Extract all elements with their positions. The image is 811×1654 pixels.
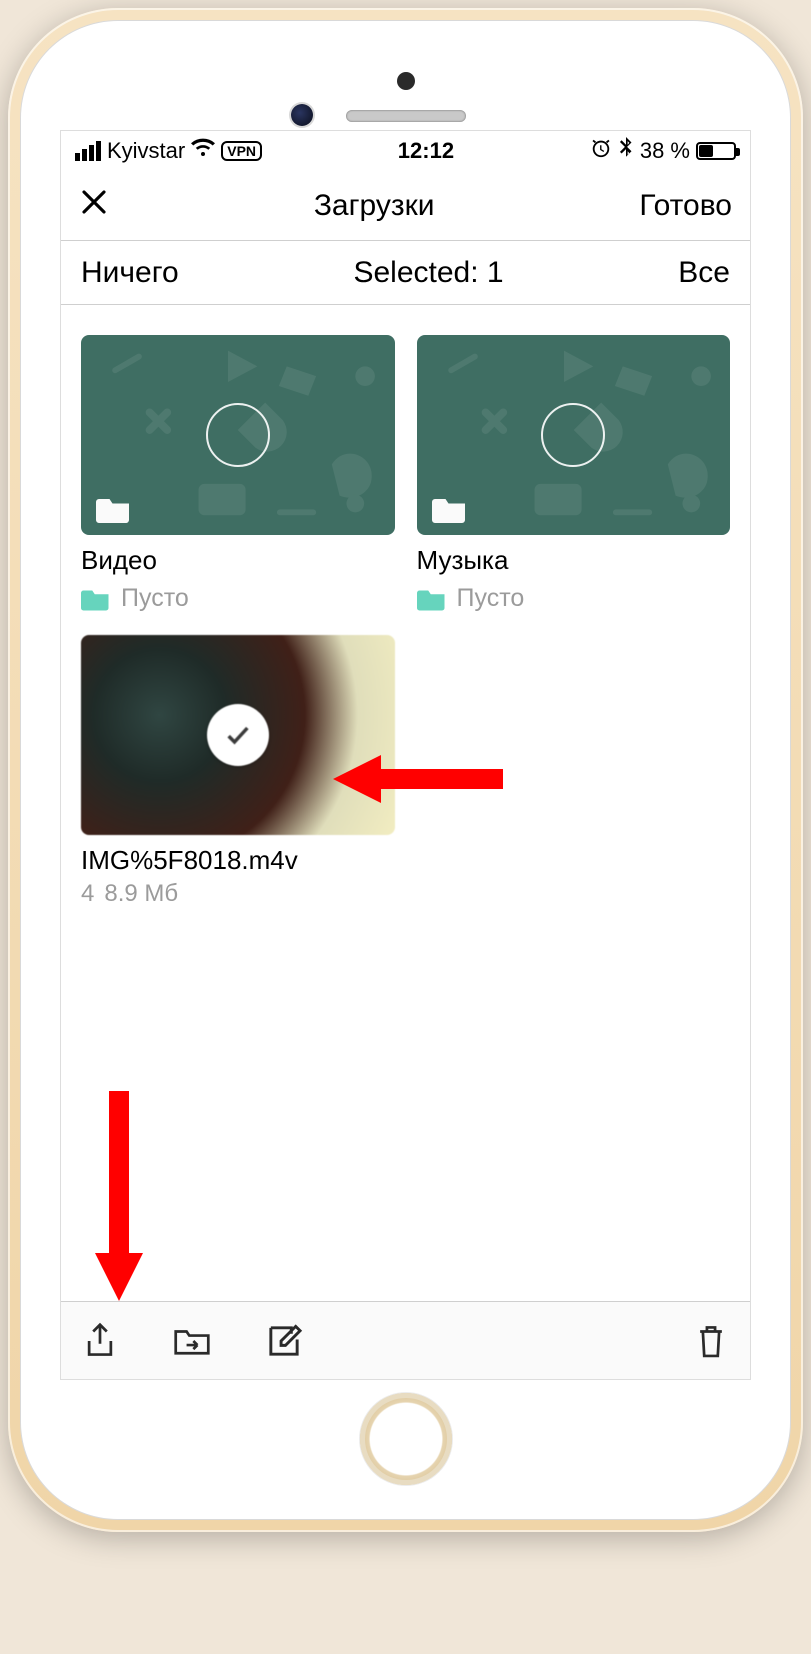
selected-count: Selected: 1 — [353, 256, 503, 290]
folder-tile-music[interactable]: Музыка Пусто — [417, 335, 731, 613]
content-area[interactable]: Видео Пусто — [61, 305, 750, 1301]
done-button[interactable]: Готово — [639, 189, 732, 223]
file-count: 4 — [81, 880, 94, 907]
folder-name: Музыка — [417, 545, 731, 576]
move-to-folder-button[interactable] — [171, 1320, 213, 1362]
mini-folder-icon — [417, 585, 447, 611]
bottom-toolbar — [61, 1301, 750, 1379]
carrier-label: Kyivstar — [107, 138, 185, 164]
earpiece-speaker — [346, 110, 466, 122]
folder-icon — [95, 493, 133, 523]
folder-status: Пусто — [121, 584, 189, 613]
page-title: Загрузки — [314, 189, 435, 223]
status-left: Kyivstar VPN — [75, 138, 262, 164]
mini-folder-icon — [81, 585, 111, 611]
grid: Видео Пусто — [81, 335, 730, 908]
device-frame: Kyivstar VPN 12:12 38 % — [8, 8, 803, 1532]
selection-ring-icon — [206, 403, 270, 467]
delete-button[interactable] — [690, 1320, 732, 1362]
bluetooth-icon — [618, 137, 634, 165]
folder-tile-video[interactable]: Видео Пусто — [81, 335, 395, 613]
select-none-button[interactable]: Ничего — [81, 256, 179, 290]
file-name: IMG%5F8018.m4v — [81, 845, 395, 876]
file-tile[interactable]: IMG%5F8018.m4v 4 8.9 Мб — [81, 635, 395, 908]
front-camera — [291, 104, 313, 126]
home-button[interactable] — [360, 1393, 452, 1485]
status-bar: Kyivstar VPN 12:12 38 % — [61, 131, 750, 171]
folder-icon — [431, 493, 469, 523]
nav-bar: Загрузки Готово — [61, 171, 750, 241]
folder-name: Видео — [81, 545, 395, 576]
select-all-button[interactable]: Все — [678, 256, 730, 290]
device-bezel: Kyivstar VPN 12:12 38 % — [20, 20, 791, 1520]
proximity-sensor — [397, 72, 415, 90]
share-button[interactable] — [79, 1320, 121, 1362]
checkmark-icon — [207, 704, 269, 766]
battery-percent: 38 % — [640, 138, 690, 164]
file-meta: 4 8.9 Мб — [81, 880, 395, 908]
edit-button[interactable] — [263, 1320, 305, 1362]
folder-thumbnail — [81, 335, 395, 535]
vpn-badge: VPN — [221, 141, 262, 161]
video-thumbnail — [81, 635, 395, 835]
close-button[interactable] — [79, 187, 109, 225]
file-size: 8.9 Мб — [104, 880, 178, 907]
selection-bar: Ничего Selected: 1 Все — [61, 241, 750, 305]
alarm-icon — [590, 137, 612, 165]
signal-icon — [75, 141, 101, 161]
battery-icon — [696, 142, 736, 160]
selection-ring-icon — [541, 403, 605, 467]
folder-thumbnail — [417, 335, 731, 535]
folder-status: Пусто — [457, 584, 525, 613]
status-right: 38 % — [590, 137, 736, 165]
screen: Kyivstar VPN 12:12 38 % — [60, 130, 751, 1380]
clock: 12:12 — [398, 138, 454, 164]
wifi-icon — [191, 138, 215, 164]
